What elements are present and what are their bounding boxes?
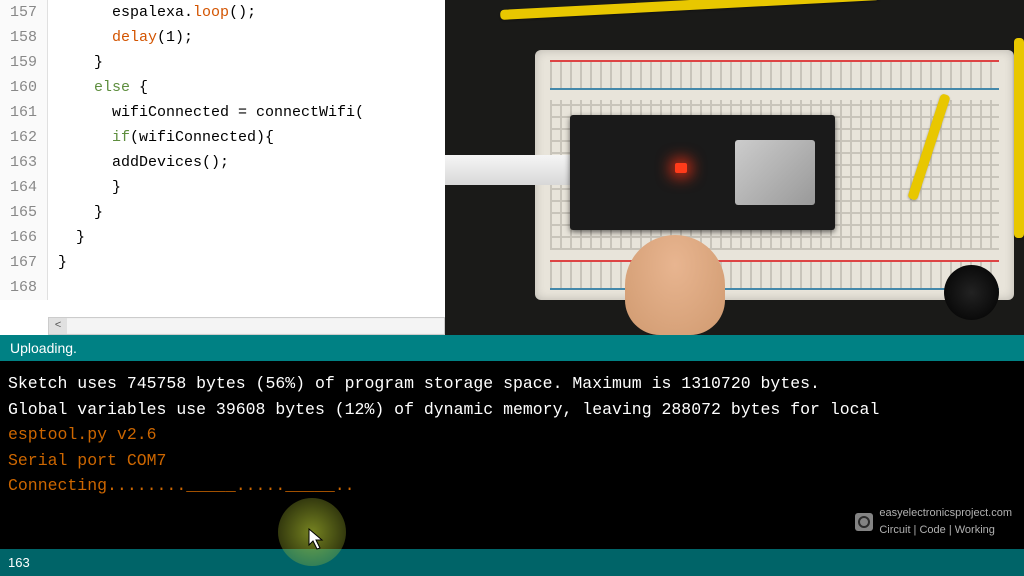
code-line[interactable]: 162 if(wifiConnected){ xyxy=(0,125,445,150)
code-line[interactable]: 160 else { xyxy=(0,75,445,100)
line-number: 166 xyxy=(0,225,48,250)
scroll-track[interactable] xyxy=(67,319,444,333)
code-text[interactable]: espalexa.loop(); xyxy=(48,0,256,25)
scroll-left-arrow[interactable]: < xyxy=(49,318,67,334)
code-text[interactable]: } xyxy=(48,50,103,75)
potentiometer-knob xyxy=(944,265,999,320)
status-bar: Uploading. xyxy=(0,335,1024,361)
line-number: 163 xyxy=(0,150,48,175)
line-number: 165 xyxy=(0,200,48,225)
code-text[interactable]: } xyxy=(48,225,85,250)
line-number: 168 xyxy=(0,275,48,300)
finger xyxy=(625,235,725,335)
line-number: 167 xyxy=(0,250,48,275)
code-text[interactable]: delay(1); xyxy=(48,25,193,50)
watermark-tagline: Circuit | Code | Working xyxy=(879,522,1012,539)
horizontal-scrollbar[interactable]: < xyxy=(48,317,445,335)
watermark-site: easyelectronicsproject.com xyxy=(879,505,1012,522)
code-line[interactable]: 157 espalexa.loop(); xyxy=(0,0,445,25)
code-text[interactable]: wifiConnected = connectWifi( xyxy=(48,100,364,125)
esp32-board xyxy=(570,115,835,230)
usb-cable xyxy=(445,155,575,185)
code-line[interactable]: 163 addDevices(); xyxy=(0,150,445,175)
code-line[interactable]: 165 } xyxy=(0,200,445,225)
jumper-wire xyxy=(1014,38,1024,238)
footer-bar: 163 xyxy=(0,549,1024,576)
console-line: Global variables use 39608 bytes (12%) o… xyxy=(8,397,1016,423)
code-line[interactable]: 167} xyxy=(0,250,445,275)
code-editor[interactable]: 157 espalexa.loop();158 delay(1);159 }16… xyxy=(0,0,445,335)
cursor-line-indicator: 163 xyxy=(8,555,30,570)
rf-shield xyxy=(735,140,815,205)
watermark-icon xyxy=(855,513,873,531)
console-line: Serial port COM7 xyxy=(8,448,1016,474)
status-text: Uploading. xyxy=(10,340,77,356)
code-line[interactable]: 168 xyxy=(0,275,445,300)
code-text[interactable]: addDevices(); xyxy=(48,150,229,175)
code-line[interactable]: 161 wifiConnected = connectWifi( xyxy=(0,100,445,125)
line-number: 160 xyxy=(0,75,48,100)
line-number: 158 xyxy=(0,25,48,50)
output-console[interactable]: Sketch uses 745758 bytes (56%) of progra… xyxy=(0,361,1024,549)
code-text[interactable]: } xyxy=(48,175,121,200)
code-text[interactable]: if(wifiConnected){ xyxy=(48,125,274,150)
code-text[interactable]: else { xyxy=(48,75,148,100)
code-line[interactable]: 159 } xyxy=(0,50,445,75)
console-line: Connecting........_____....._____.. xyxy=(8,473,1016,499)
code-text[interactable]: } xyxy=(48,200,103,225)
line-number: 159 xyxy=(0,50,48,75)
code-line[interactable]: 158 delay(1); xyxy=(0,25,445,50)
code-text[interactable] xyxy=(48,275,58,300)
jumper-wire xyxy=(500,0,880,20)
power-led xyxy=(675,163,687,173)
line-number: 157 xyxy=(0,0,48,25)
watermark: easyelectronicsproject.com Circuit | Cod… xyxy=(855,505,1012,539)
code-line[interactable]: 166 } xyxy=(0,225,445,250)
line-number: 162 xyxy=(0,125,48,150)
console-line: esptool.py v2.6 xyxy=(8,422,1016,448)
hardware-photo xyxy=(445,0,1024,335)
line-number: 164 xyxy=(0,175,48,200)
code-line[interactable]: 164 } xyxy=(0,175,445,200)
console-line: Sketch uses 745758 bytes (56%) of progra… xyxy=(8,371,1016,397)
code-text[interactable]: } xyxy=(48,250,67,275)
line-number: 161 xyxy=(0,100,48,125)
